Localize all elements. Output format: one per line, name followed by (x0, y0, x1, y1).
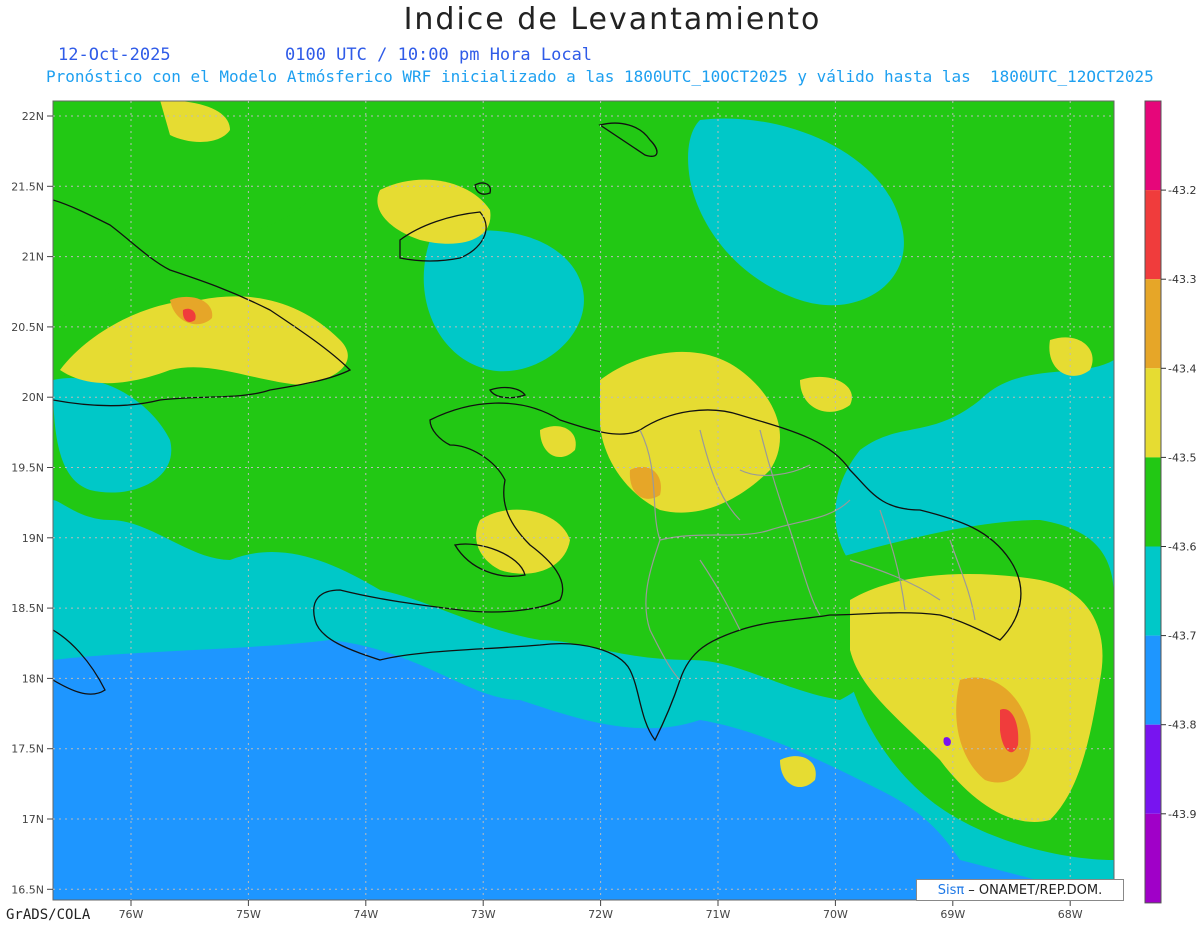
sispi-logo: Sisπ (937, 882, 965, 898)
colorbar-swatch (1145, 546, 1161, 636)
colorbar-swatch (1145, 279, 1161, 369)
lat-label: 18N (22, 672, 44, 685)
colorbar-label: -43.4 (1168, 362, 1196, 375)
colorbar-swatch (1145, 368, 1161, 458)
map-field (53, 101, 1114, 900)
lat-label: 17.5N (11, 743, 44, 756)
lon-label: 73W (471, 908, 496, 921)
lon-label: 69W (940, 908, 965, 921)
lon-label: 70W (823, 908, 848, 921)
lat-label: 17N (22, 813, 44, 826)
lon-label: 75W (236, 908, 261, 921)
lat-label: 16.5N (11, 883, 44, 896)
lat-label: 19N (22, 532, 44, 545)
credit-org: – ONAMET/REP.DOM. (968, 882, 1103, 898)
colorbar-swatch (1145, 457, 1161, 547)
lat-label: 19.5N (11, 462, 44, 475)
lat-label: 21N (22, 251, 44, 264)
lon-label: 68W (1058, 908, 1083, 921)
colorbar-label: -43.6 (1168, 541, 1196, 554)
lat-label: 20N (22, 391, 44, 404)
colorbar-swatch (1145, 190, 1161, 280)
colorbar-swatch (1145, 813, 1161, 903)
colorbar-label: -43.7 (1168, 630, 1196, 643)
grads-footer: GrADS/COLA (6, 907, 91, 923)
lat-label: 20.5N (11, 321, 44, 334)
colorbar-swatch (1145, 101, 1161, 191)
colorbar-label: -43.2 (1168, 184, 1196, 197)
lat-label: 21.5N (11, 180, 44, 193)
colorbar-label: -43.3 (1168, 273, 1196, 286)
lat-label: 18.5N (11, 602, 44, 615)
colorbar-label: -43.8 (1168, 719, 1196, 732)
colorbar-label: -43.9 (1168, 808, 1196, 821)
lon-label: 72W (588, 908, 613, 921)
lifted-index-map: 22N 21.5N 21N 20.5N 20N 19.5N 19N 18.5N 18N 17.5N… (11, 100, 1196, 921)
colorbar-label: -43.5 (1168, 451, 1196, 464)
colorbar-swatch (1145, 635, 1161, 725)
colorbar-swatch (1145, 724, 1161, 814)
colorbar: -43.2 -43.3 -43.4 -43.5 -43.6 -43.7 -43.8 -43.9 (1144, 100, 1196, 904)
lon-label: 74W (353, 908, 378, 921)
lon-label: 71W (706, 908, 731, 921)
lat-label: 22N (22, 110, 44, 123)
lon-label: 76W (119, 908, 144, 921)
credit-box: Sisπ – ONAMET/REP.DOM. (916, 879, 1124, 901)
